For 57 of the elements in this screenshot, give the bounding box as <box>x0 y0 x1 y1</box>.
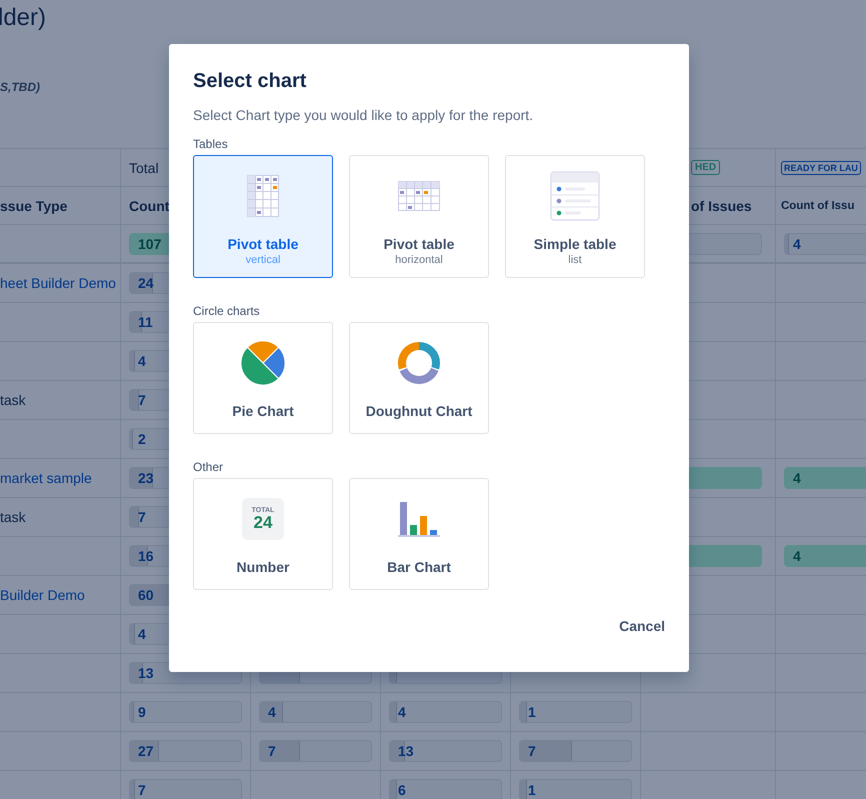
doughnut-chart-icon <box>397 341 441 385</box>
issue-link[interactable]: heet Builder Demo <box>0 275 116 291</box>
count-value: 13 <box>397 743 414 759</box>
chart-type-card[interactable]: Pie Chart <box>193 322 333 434</box>
column-header: of Issues <box>691 198 752 214</box>
count-value: 27 <box>137 743 154 759</box>
issue-type-text: task <box>0 509 26 525</box>
bar-chart-icon <box>398 501 440 537</box>
count-value: 4 <box>137 626 146 642</box>
count-value: 13 <box>137 665 154 681</box>
count-value: 7 <box>267 743 276 759</box>
count-value: 7 <box>137 782 146 798</box>
count-value: 1 <box>527 704 536 720</box>
vertical-pivot-table-icon <box>247 175 279 217</box>
section-label: Tables <box>193 137 229 151</box>
issue-link[interactable]: Builder Demo <box>0 587 85 603</box>
count-value: 11 <box>137 314 153 330</box>
section-label: Circle charts <box>193 304 261 318</box>
count-value: 7 <box>137 509 146 525</box>
status-badge: HED <box>691 160 720 175</box>
count-value: 23 <box>137 470 154 486</box>
column-group-header: Total <box>129 160 159 176</box>
count-value: 2 <box>137 431 146 447</box>
count-value: 60 <box>137 587 154 603</box>
dialog-title: Select chart <box>193 70 308 93</box>
count-value: 9 <box>137 704 146 720</box>
count-value: 4 <box>267 704 276 720</box>
count-value: 24 <box>137 275 154 291</box>
count-value: 16 <box>137 548 154 564</box>
issue-link[interactable]: market sample <box>0 470 92 486</box>
column-header: Count <box>129 198 170 214</box>
count-value: 4 <box>137 353 146 369</box>
column-header: ssue Type <box>0 198 68 214</box>
chart-type-card[interactable]: Simple table list <box>505 155 645 278</box>
chart-type-card[interactable]: Pivot table horizontal <box>349 155 489 278</box>
count-value: 1 <box>527 782 536 798</box>
horizontal-pivot-table-icon <box>398 181 440 211</box>
chart-type-card[interactable]: Bar Chart <box>349 478 489 590</box>
count-value: 4 <box>792 236 801 252</box>
status-badge: READY FOR LAU <box>781 160 861 174</box>
page-subtitle: S,TBD) <box>0 80 40 96</box>
count-value: 6 <box>397 782 406 798</box>
cancel-button[interactable]: Cancel <box>607 612 677 640</box>
list-table-icon <box>550 171 600 221</box>
count-value: 4 <box>397 704 406 720</box>
pie-chart-icon <box>240 340 286 386</box>
dialog-description: Select Chart type you would like to apply for the report. <box>193 107 534 123</box>
chart-type-card[interactable]: Pivot table vertical <box>193 155 333 278</box>
chart-type-card[interactable]: Doughnut Chart <box>349 322 489 434</box>
count-value: 4 <box>792 470 801 486</box>
column-header: Count of Issu <box>781 200 854 212</box>
count-value: 4 <box>792 548 801 564</box>
count-value: 107 <box>137 236 162 252</box>
issue-type-text: task <box>0 392 26 408</box>
count-value: 7 <box>137 392 146 408</box>
count-value: 7 <box>527 743 536 759</box>
section-label: Other <box>193 460 224 474</box>
